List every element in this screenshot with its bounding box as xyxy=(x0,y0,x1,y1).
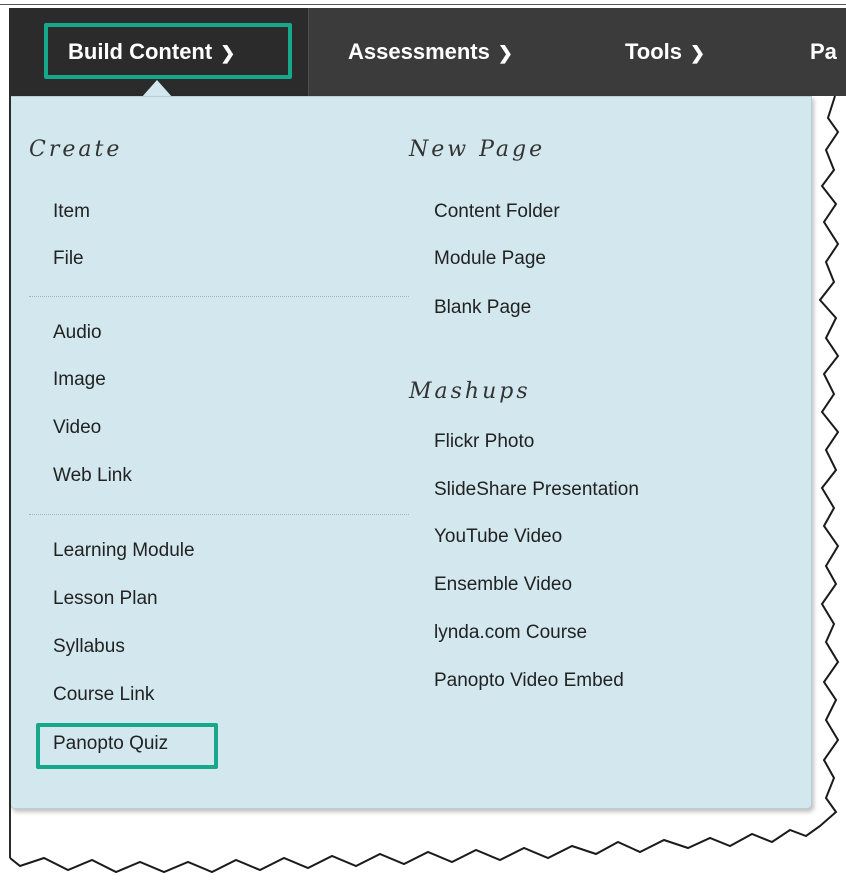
torn-edge-decoration xyxy=(9,8,846,881)
